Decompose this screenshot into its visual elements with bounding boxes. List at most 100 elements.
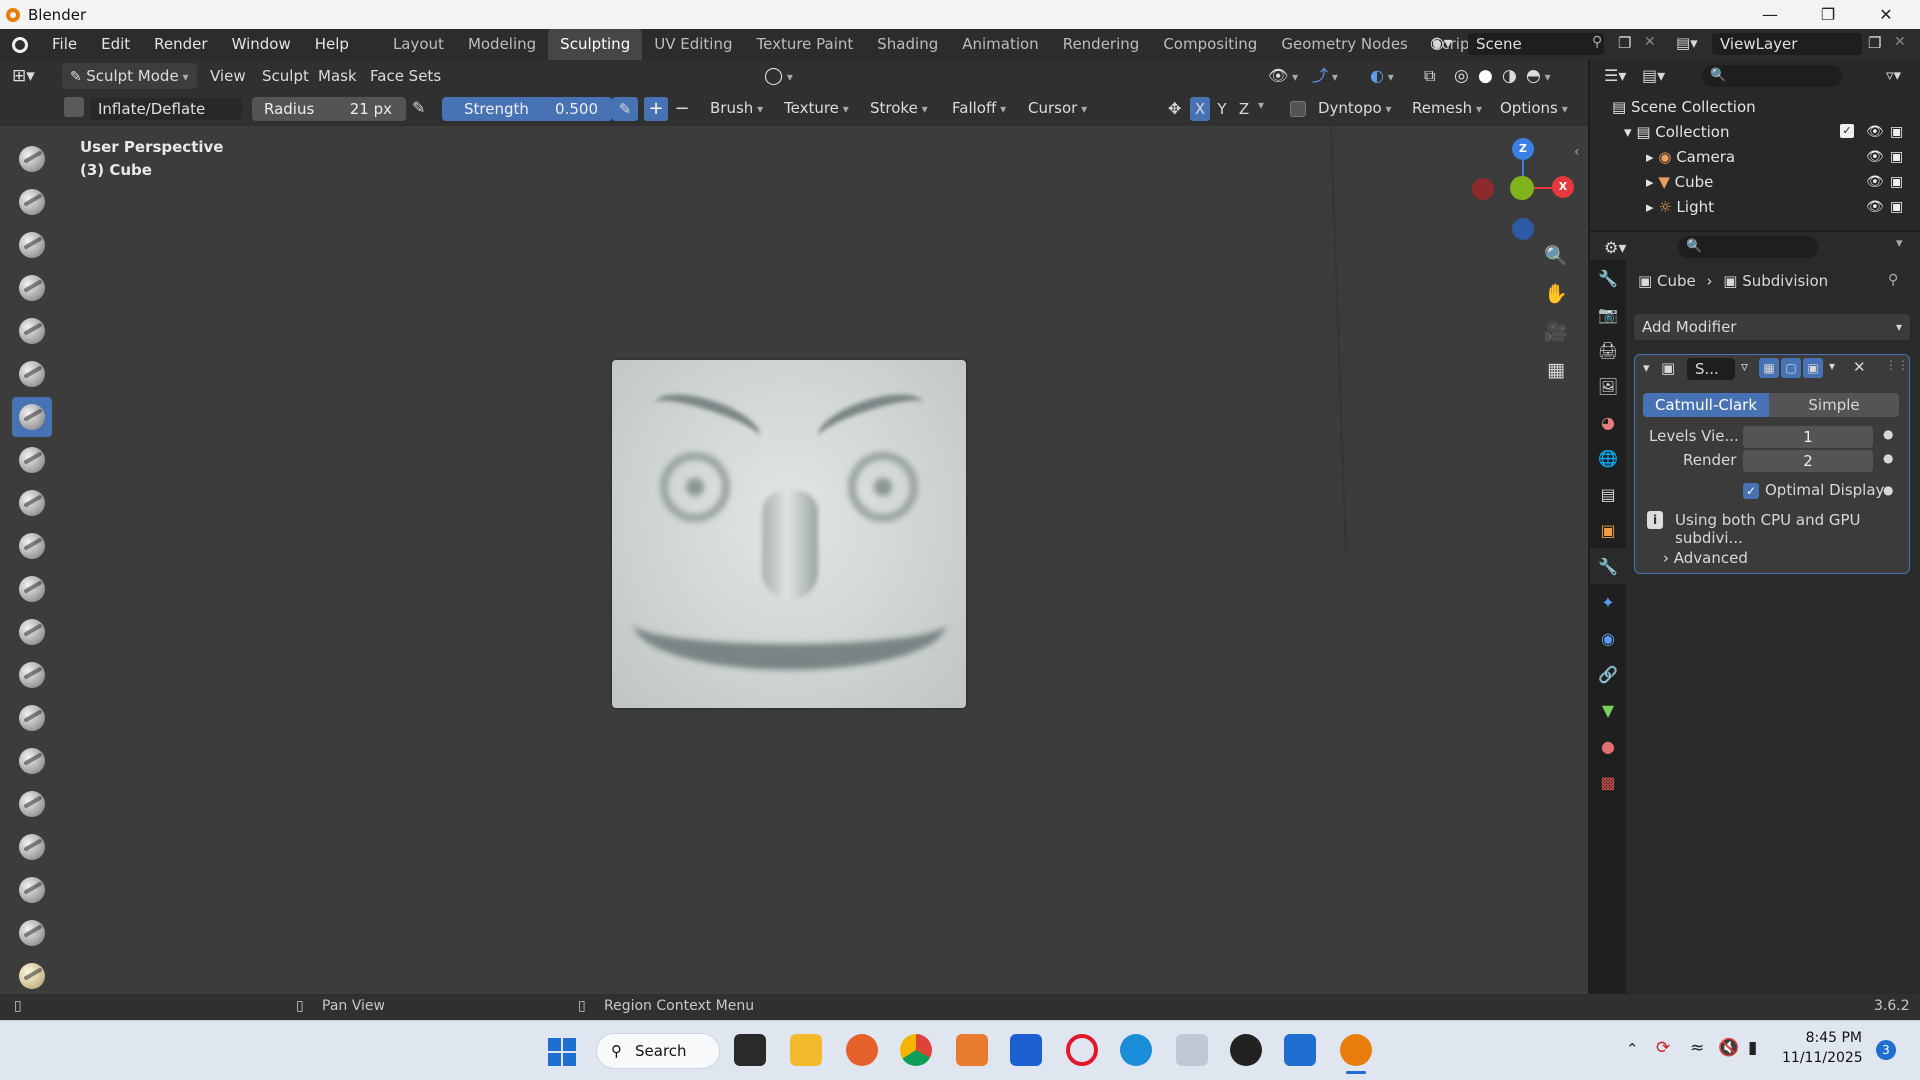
menu-render[interactable]: Render	[142, 29, 219, 60]
scene-icon[interactable]: ◉▾	[1430, 33, 1452, 52]
grab-brush-icon[interactable]	[12, 784, 52, 824]
strength-pressure-icon[interactable]: ✎	[612, 97, 638, 121]
constraints-tab-icon[interactable]: 🔗	[1590, 656, 1626, 692]
gizmo-x-axis[interactable]: X	[1552, 176, 1574, 198]
inflate-brush-icon[interactable]	[12, 397, 52, 437]
options-dropdown[interactable]: Options	[1500, 95, 1568, 121]
ortho-grid-icon[interactable]: ▦	[1540, 354, 1572, 386]
dyntopo-dropdown[interactable]: Dyntopo	[1318, 95, 1392, 121]
thumb-brush-icon[interactable]	[12, 913, 52, 953]
tab-rendering[interactable]: Rendering	[1051, 29, 1152, 60]
physics-tab-icon[interactable]: ◉	[1590, 620, 1626, 656]
rendered-shading-icon[interactable]: ◓	[1526, 63, 1551, 89]
clay-brush-icon[interactable]	[12, 225, 52, 265]
menu-view[interactable]: View	[210, 63, 246, 89]
properties-editor-icon[interactable]: ⚙▾	[1604, 238, 1626, 257]
elastic-deform-brush-icon[interactable]	[12, 827, 52, 867]
collapse-chevron-icon[interactable]: ▾	[1643, 361, 1650, 376]
tab-shading[interactable]: Shading	[865, 29, 950, 60]
tab-texture-paint[interactable]: Texture Paint	[744, 29, 865, 60]
delete-scene-icon[interactable]: ✕	[1644, 34, 1656, 50]
pin-icon[interactable]: ⚲	[1888, 272, 1898, 288]
overlay-toggle-icon[interactable]: ◐	[1370, 63, 1394, 89]
outliner-item-cube[interactable]: ▸ ▼ Cube	[1646, 170, 1713, 195]
brush-dropdown[interactable]: Brush	[710, 95, 763, 121]
layer-brush-icon[interactable]	[12, 354, 52, 394]
object-tab-icon[interactable]: ▣	[1590, 512, 1626, 548]
tool-tab-icon[interactable]: 🔧	[1590, 260, 1626, 296]
blender-menu-icon[interactable]	[0, 29, 40, 60]
add-modifier-dropdown[interactable]: Add Modifier ▾	[1634, 314, 1910, 340]
blob-brush-icon[interactable]	[12, 440, 52, 480]
notification-badge[interactable]: 3	[1876, 1040, 1896, 1060]
mask-brush-icon[interactable]	[12, 956, 52, 996]
battery-icon[interactable]: ▮	[1748, 1038, 1757, 1058]
outliner-item-light[interactable]: ▸ ☼ Light	[1646, 195, 1714, 220]
file-explorer-icon[interactable]	[790, 1034, 822, 1066]
brush-icon[interactable]	[64, 97, 84, 117]
render-camera-icon[interactable]: ▣	[1890, 174, 1903, 190]
eye-icon[interactable]: 👁	[1866, 174, 1884, 190]
maximize-button[interactable]: ❐	[1800, 0, 1856, 29]
modifier-tab-icon[interactable]: 🔧	[1590, 548, 1626, 584]
output-tab-icon[interactable]: 🖨	[1590, 332, 1626, 368]
clay-thumb-brush-icon[interactable]	[12, 311, 52, 351]
taskbar-search[interactable]: ⚲ Search	[596, 1033, 720, 1069]
office-icon[interactable]	[956, 1034, 988, 1066]
store-icon[interactable]	[1010, 1034, 1042, 1066]
subtract-direction-button[interactable]: −	[670, 97, 694, 121]
pinch-brush-icon[interactable]	[12, 741, 52, 781]
fill-brush-icon[interactable]	[12, 612, 52, 652]
crease-brush-icon[interactable]	[12, 483, 52, 523]
tab-uv-editing[interactable]: UV Editing	[642, 29, 744, 60]
outliner-search-input[interactable]: 🔍	[1702, 65, 1842, 87]
viewlayer-field[interactable]: ViewLayer	[1712, 33, 1862, 55]
tab-catmull-clark[interactable]: Catmull-Clark	[1643, 393, 1769, 417]
gizmo-neg-x-axis[interactable]	[1472, 178, 1494, 200]
close-button[interactable]: ✕	[1858, 0, 1914, 29]
transform-pivot-icon[interactable]: ◯	[764, 63, 793, 89]
advanced-section[interactable]: › Advanced	[1663, 549, 1748, 567]
menu-window[interactable]: Window	[220, 29, 303, 60]
flatten-brush-icon[interactable]	[12, 569, 52, 609]
clock-date[interactable]: 11/11/2025	[1782, 1050, 1863, 1066]
display-mode-icon[interactable]: ▤▾	[1642, 66, 1665, 85]
texture-dropdown[interactable]: Texture	[784, 95, 849, 121]
viewlayer-icon[interactable]: ▤▾	[1676, 34, 1698, 52]
scene-collection-row[interactable]: ▤ Scene Collection	[1612, 95, 1756, 120]
app-icon[interactable]	[1176, 1034, 1208, 1066]
visibility-icon[interactable]: 👁	[1268, 63, 1298, 89]
radius-slider[interactable]: Radius 21 px	[252, 97, 406, 121]
keyframe-dot-icon[interactable]: ●	[1883, 451, 1893, 465]
remesh-dropdown[interactable]: Remesh	[1412, 95, 1482, 121]
modifier-options-chevron-icon[interactable]: ▾	[1829, 359, 1835, 373]
gizmo-toggle-icon[interactable]: ⤴	[1312, 63, 1338, 89]
tray-chevron-icon[interactable]: ⌃	[1626, 1040, 1639, 1058]
strength-slider[interactable]: Strength 0.500	[442, 97, 612, 121]
view-layer-tab-icon[interactable]: 🖼	[1590, 368, 1626, 404]
filter-icon[interactable]: ▿▾	[1886, 66, 1901, 84]
eye-icon[interactable]: 👁	[1866, 149, 1884, 165]
tab-animation[interactable]: Animation	[950, 29, 1050, 60]
clock-time[interactable]: 8:45 PM	[1792, 1030, 1862, 1046]
optimal-display-checkbox[interactable]: ✓	[1743, 483, 1759, 499]
collection-exclude-checkbox[interactable]: ✓	[1840, 124, 1854, 138]
modifier-name-field[interactable]: S...	[1687, 358, 1735, 380]
menu-edit[interactable]: Edit	[89, 29, 142, 60]
gizmo-y-axis[interactable]	[1510, 176, 1534, 200]
scene-tab-icon[interactable]: ◕	[1590, 404, 1626, 440]
gizmo-z-axis[interactable]: Z	[1512, 138, 1534, 160]
add-direction-button[interactable]: +	[644, 97, 668, 121]
xray-icon[interactable]: ⧉	[1424, 63, 1435, 89]
obs-icon[interactable]	[1230, 1034, 1262, 1066]
drag-handle-icon[interactable]: ⋮⋮	[1885, 358, 1909, 372]
pan-hand-icon[interactable]: ✋	[1540, 278, 1572, 310]
falloff-dropdown[interactable]: Falloff	[952, 95, 1006, 121]
texture-tab-icon[interactable]: ▩	[1590, 764, 1626, 800]
collection-tab-icon[interactable]: ▤	[1590, 476, 1626, 512]
editor-type-icon[interactable]: ⊞▾	[12, 63, 35, 89]
eye-icon[interactable]: 👁	[1866, 124, 1884, 140]
zoom-icon[interactable]: 🔍	[1540, 240, 1572, 272]
menu-mask[interactable]: Mask	[318, 63, 357, 89]
edit-mode-icon[interactable]: ▿	[1741, 359, 1748, 375]
